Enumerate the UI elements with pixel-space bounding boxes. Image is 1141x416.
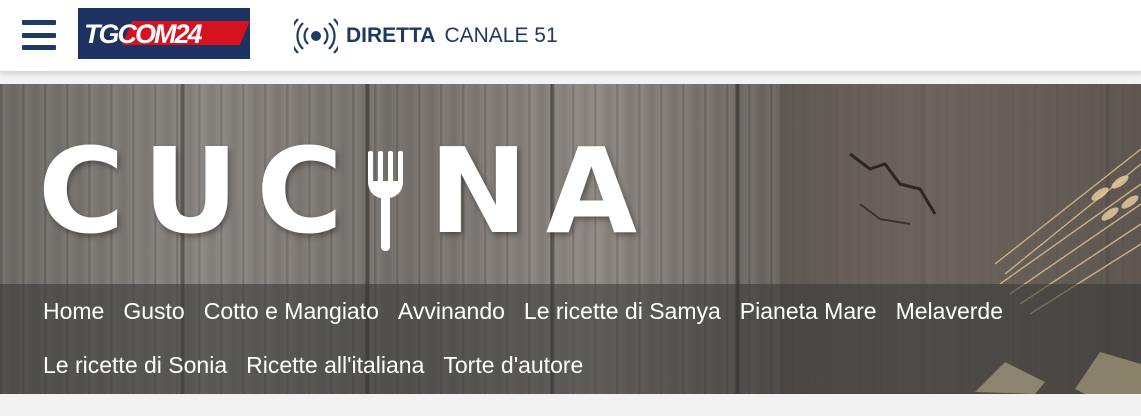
channel-label: CANALE 51 xyxy=(444,24,558,47)
nav-item-pianeta-mare[interactable]: Pianeta Mare xyxy=(740,298,877,325)
section-nav: Home Gusto Cotto e Mangiato Avvinando Le… xyxy=(0,284,1141,394)
tgcom24-logo[interactable]: TGCOM24 xyxy=(78,8,250,59)
menu-icon-bar xyxy=(22,20,56,25)
fork-icon xyxy=(365,141,411,251)
nav-item-gusto[interactable]: Gusto xyxy=(123,298,184,325)
top-header: TGCOM24 DIRETTA CANALE 51 xyxy=(0,0,1141,72)
nav-item-ricette-allitaliana[interactable]: Ricette all'italiana xyxy=(246,352,424,379)
nav-item-le-ricette-di-sonia[interactable]: Le ricette di Sonia xyxy=(43,352,227,379)
nav-item-avvinando[interactable]: Avvinando xyxy=(398,298,505,325)
wood-crack-decoration xyxy=(849,152,937,225)
live-label: DIRETTA xyxy=(346,24,436,47)
menu-icon-bar xyxy=(22,32,56,38)
nav-item-melaverde[interactable]: Melaverde xyxy=(896,298,1003,325)
broadcast-icon xyxy=(294,18,338,54)
nav-row-1: Home Gusto Cotto e Mangiato Avvinando Le… xyxy=(43,298,1022,325)
cucina-title-part1: CUC xyxy=(38,122,362,260)
cucina-title-part2: NA xyxy=(429,122,656,260)
logo-text: TGCOM24 xyxy=(84,19,203,49)
nav-item-home[interactable]: Home xyxy=(43,298,104,325)
nav-item-le-ricette-di-samya[interactable]: Le ricette di Samya xyxy=(524,298,721,325)
cucina-title: CUC NA xyxy=(38,122,655,260)
live-stream-link[interactable]: DIRETTA CANALE 51 xyxy=(294,14,558,58)
cucina-banner: CUC NA Home Gusto Cotto e Mangiato Avvin… xyxy=(0,84,1141,394)
nav-row-2: Le ricette di Sonia Ricette all'italiana… xyxy=(43,352,602,379)
nav-item-cotto-e-mangiato[interactable]: Cotto e Mangiato xyxy=(204,298,379,325)
menu-icon-bar xyxy=(22,45,56,50)
menu-icon[interactable] xyxy=(22,20,56,50)
nav-item-torte-dautore[interactable]: Torte d'autore xyxy=(443,352,583,379)
